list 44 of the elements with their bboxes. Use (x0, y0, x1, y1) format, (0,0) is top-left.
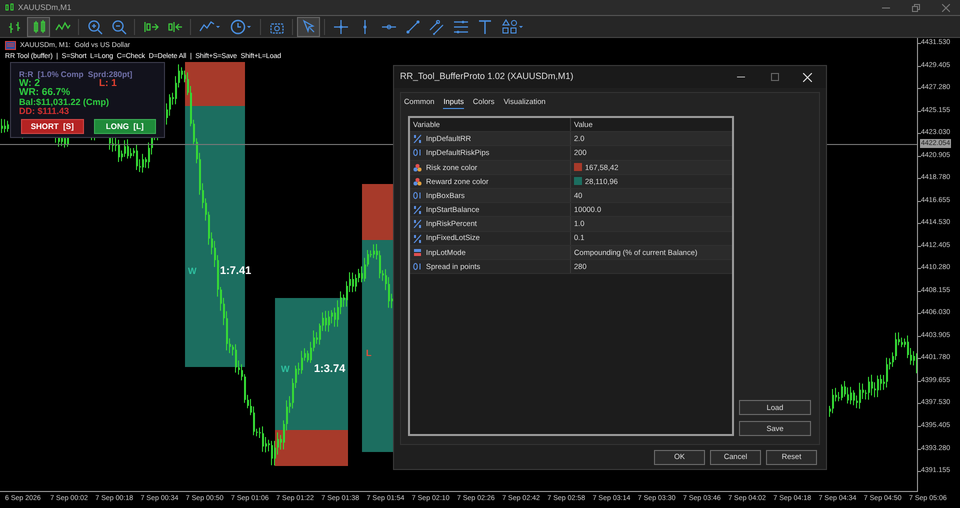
ratio-label: 1:3.74 (314, 364, 346, 375)
risk-zone (185, 62, 245, 106)
cursor-icon (300, 18, 316, 34)
crosshair-icon (332, 18, 348, 34)
zoom-out-icon (110, 18, 126, 34)
shapes-icon (500, 18, 524, 34)
window-title: XAUUSDm,M1 (18, 2, 72, 14)
integer-icon (413, 148, 422, 158)
drawdown: DD: $111.43 (19, 107, 70, 116)
fraction-icon (413, 134, 422, 144)
restore-icon[interactable] (912, 4, 920, 12)
long-button[interactable]: LONG [L] (94, 119, 156, 134)
risk-zone (362, 184, 393, 240)
zoom-in-icon (86, 18, 102, 34)
balance: Bal:$11,031.22 (Cmp) (19, 98, 110, 107)
toolbar-button[interactable] (27, 16, 50, 36)
ratio-label: 1:7.41 (220, 266, 252, 277)
dialog-title: RR_Tool_BufferProto 1.02 (XAUUSDm,M1) (400, 70, 574, 84)
list-icon (413, 248, 422, 257)
clock-icon (230, 18, 252, 34)
result-label: W (281, 365, 290, 374)
result-label: W (188, 267, 196, 276)
fraction-icon (413, 219, 422, 228)
fraction-icon (413, 234, 422, 243)
rr-summary: R:R [1.0% Comp Sprd:280pt] (19, 70, 134, 79)
channel-icon (428, 18, 444, 34)
integer-icon (413, 262, 422, 271)
result-label: L (366, 349, 372, 358)
candles-icon (5, 3, 14, 12)
wins-count: W: 2 (19, 79, 40, 88)
text-tool-icon (476, 18, 492, 34)
fibonacci-icon (452, 18, 468, 34)
vertical-line-icon (362, 18, 366, 34)
short-button[interactable]: SHORT [S] (21, 119, 84, 134)
losses-count: L: 1 (99, 79, 117, 88)
chart-window-icon (5, 41, 16, 50)
trendline-icon (404, 18, 420, 34)
toolbar-button[interactable] (297, 16, 320, 36)
integer-icon (413, 191, 422, 200)
palette-icon (413, 176, 422, 186)
palette-icon (413, 162, 422, 172)
fraction-icon (413, 205, 422, 214)
win-rate: WR: 66.7% (19, 88, 72, 98)
maximize-icon[interactable] (771, 73, 779, 81)
